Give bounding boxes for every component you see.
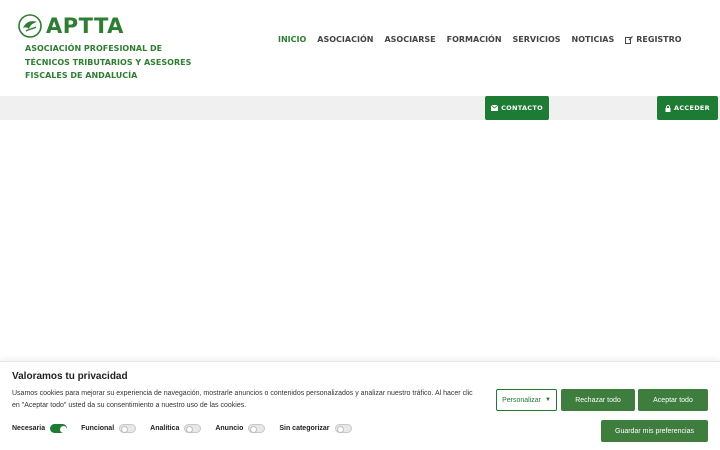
nav-item-servicios[interactable]: SERVICIOS (513, 35, 561, 44)
toggle-label-analitica: Analítica (150, 425, 180, 432)
aceptar-todo-button[interactable]: Aceptar todo (638, 389, 708, 411)
logo-text: APTTA (46, 14, 124, 38)
edit-icon (625, 35, 634, 44)
caret-down-icon: ▼ (544, 397, 551, 403)
toggle-sin-categorizar[interactable] (334, 424, 352, 433)
toggle-analitica[interactable] (184, 424, 202, 433)
nav-item-asociacion[interactable]: ASOCIACIÓN (317, 35, 373, 44)
cookie-consent-banner: Valoramos tu privacidad Usamos cookies p… (0, 361, 720, 450)
cookie-description: Usamos cookies para mejorar su experienc… (12, 390, 473, 409)
acceder-button[interactable]: ACCEDER (657, 96, 718, 120)
nav-item-inicio[interactable]: INICIO (278, 35, 306, 44)
nav-item-noticias[interactable]: NOTICIAS (572, 35, 615, 44)
rechazar-todo-button[interactable]: Rechazar todo (561, 389, 635, 411)
site-logo[interactable]: APTTA (18, 14, 124, 38)
logo-emblem-icon (18, 14, 42, 38)
nav-item-asociarse[interactable]: ASOCIARSE (384, 35, 435, 44)
top-action-bar (0, 96, 720, 120)
site-header: APTTA ASOCIACIÓN PROFESIONAL DE TÉCNICOS… (0, 0, 720, 96)
acceder-label: ACCEDER (674, 104, 710, 112)
guardar-preferencias-button[interactable]: Guardar mis preferencias (601, 420, 708, 442)
toggle-label-sin-categorizar: Sin categorizar (279, 425, 330, 432)
personalizar-button[interactable]: Personalizar ▼ (496, 389, 557, 411)
lock-icon (665, 104, 671, 112)
toggle-necesaria[interactable] (50, 424, 68, 433)
main-nav: INICIO ASOCIACIÓN ASOCIARSE FORMACIÓN SE… (278, 35, 693, 44)
contacto-label: CONTACTO (501, 104, 543, 112)
cookie-title: Valoramos tu privacidad (12, 371, 128, 382)
nav-item-registro[interactable]: REGISTRO (625, 35, 682, 44)
toggle-funcional[interactable] (119, 424, 137, 433)
nav-item-registro-label: REGISTRO (636, 35, 682, 44)
envelope-icon (491, 105, 499, 111)
cookie-category-toggles: Necesaria Funcional Analítica Anuncio Si… (12, 424, 366, 433)
contacto-button[interactable]: CONTACTO (485, 96, 549, 120)
toggle-label-anuncio: Anuncio (215, 425, 244, 432)
personalizar-label: Personalizar (502, 396, 541, 404)
toggle-label-funcional: Funcional (81, 425, 115, 432)
toggle-label-necesaria: Necesaria (12, 425, 46, 432)
association-name: ASOCIACIÓN PROFESIONAL DE TÉCNICOS TRIBU… (25, 44, 192, 80)
toggle-anuncio[interactable] (248, 424, 266, 433)
nav-item-formacion[interactable]: FORMACIÓN (447, 35, 502, 44)
